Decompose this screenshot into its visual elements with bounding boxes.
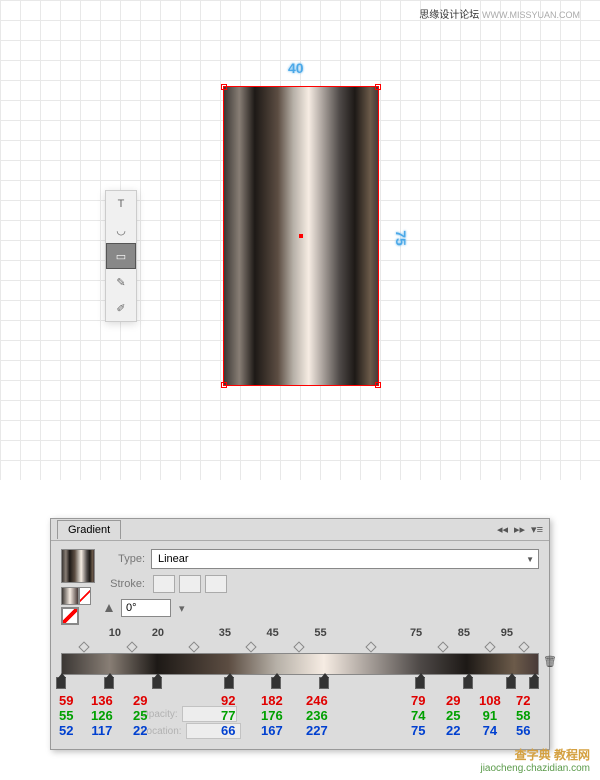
mini-toolbar: T ◡ ▭ ✎ ✐ <box>105 190 137 322</box>
stroke-option-3[interactable] <box>205 575 227 593</box>
angle-value: 0° <box>126 602 137 614</box>
brush-tool[interactable]: ✎ <box>106 269 136 295</box>
color-stop[interactable] <box>529 677 539 689</box>
rgb-values-display: Opacity: Location: 595552 136126117 2925… <box>61 693 539 741</box>
stroke-option-1[interactable] <box>153 575 175 593</box>
height-dimension: 75 <box>393 230 409 246</box>
resize-handle-bl[interactable] <box>221 382 227 388</box>
source-credit: 思缘设计论坛 WWW.MISSYUAN.COM <box>419 6 580 21</box>
color-stop[interactable] <box>319 677 329 689</box>
angle-stepper[interactable]: ▾ <box>179 602 185 615</box>
watermark: 查字典 教程网 jiaocheng.chazidian.com <box>480 746 590 774</box>
color-stop[interactable] <box>104 677 114 689</box>
reverse-gradient-button[interactable] <box>61 607 79 625</box>
site-url: WWW.MISSYUAN.COM <box>482 10 580 20</box>
stroke-label: Stroke: <box>105 578 145 590</box>
gradient-bar[interactable] <box>61 653 539 675</box>
panel-body: Type: Linear Stroke: 0° <box>51 541 549 749</box>
gradient-rectangle[interactable] <box>223 86 379 386</box>
gradient-preview[interactable] <box>61 549 95 583</box>
width-dimension: 40 <box>288 60 304 76</box>
pencil-tool[interactable]: ✐ <box>106 295 136 321</box>
expand-icon[interactable]: ▸▸ <box>514 523 525 536</box>
watermark-title: 查字典 教程网 <box>480 746 590 763</box>
resize-handle-tl[interactable] <box>221 84 227 90</box>
none-swatch[interactable] <box>79 587 91 605</box>
color-stop[interactable] <box>224 677 234 689</box>
color-stop[interactable] <box>463 677 473 689</box>
color-stop[interactable] <box>56 677 66 689</box>
color-stop[interactable] <box>152 677 162 689</box>
center-point <box>299 234 303 238</box>
type-select[interactable]: Linear <box>151 549 539 569</box>
stroke-option-2[interactable] <box>179 575 201 593</box>
gradient-slider[interactable]: 🗑 <box>61 653 539 675</box>
collapse-icon[interactable]: ◂◂ <box>497 523 508 536</box>
trash-icon[interactable]: 🗑 <box>543 655 557 668</box>
canvas-area: 思缘设计论坛 WWW.MISSYUAN.COM 40 75 T ◡ ▭ ✎ ✐ <box>0 0 600 480</box>
dropdown-icon[interactable]: ◡ <box>106 217 136 243</box>
watermark-url: jiaocheng.chazidian.com <box>480 763 590 774</box>
type-label: Type: <box>105 553 145 565</box>
type-tool[interactable]: T <box>106 191 136 217</box>
color-stop[interactable] <box>415 677 425 689</box>
angle-icon <box>105 604 113 612</box>
color-stop[interactable] <box>271 677 281 689</box>
resize-handle-tr[interactable] <box>375 84 381 90</box>
panel-header: Gradient ◂◂ ▸▸ ▾≡ <box>51 519 549 541</box>
resize-handle-br[interactable] <box>375 382 381 388</box>
gradient-panel: Gradient ◂◂ ▸▸ ▾≡ Type: Linear <box>50 518 550 750</box>
angle-input[interactable]: 0° <box>121 599 171 617</box>
rectangle-tool[interactable]: ▭ <box>106 243 136 269</box>
gradient-tab[interactable]: Gradient <box>57 520 121 539</box>
site-name: 思缘设计论坛 <box>419 10 479 21</box>
fill-swatch[interactable] <box>61 587 79 605</box>
stop-position-labels: 10 20 35 45 55 75 85 95 <box>61 627 539 641</box>
color-stop[interactable] <box>506 677 516 689</box>
menu-icon[interactable]: ▾≡ <box>531 523 543 536</box>
type-value: Linear <box>158 553 189 565</box>
